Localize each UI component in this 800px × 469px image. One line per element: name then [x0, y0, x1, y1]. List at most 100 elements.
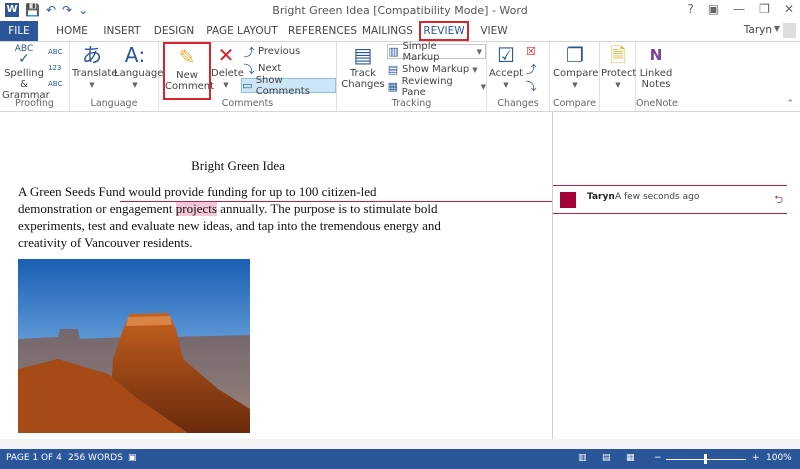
user-name[interactable]: Taryn — [744, 24, 772, 36]
tab-mailings[interactable]: MAILINGS — [362, 21, 413, 41]
previous-change-button[interactable]: ⤴ — [525, 61, 537, 76]
thesaurus-icon[interactable]: 123 — [48, 60, 61, 75]
vertical-scrollbar[interactable] — [787, 112, 800, 439]
tab-view[interactable]: VIEW — [478, 21, 510, 41]
linked-notes-label: Linked Notes — [639, 68, 673, 90]
delete-comment-button[interactable]: ✕ Delete ▼ — [211, 43, 244, 91]
status-bar: PAGE 1 OF 4 256 WORDS ▣ ▥ ▤ ▦ − + 100% — [0, 449, 800, 469]
track-changes-label: Track Changes — [341, 68, 385, 90]
word-count[interactable]: 256 WORDS — [68, 453, 123, 463]
group-compare: ❐ Compare ▼ Compare — [550, 42, 600, 111]
translate-icon: あ — [82, 43, 102, 67]
group-label: Tracking — [391, 98, 432, 109]
tab-references[interactable]: REFERENCES — [288, 21, 357, 41]
accept-button[interactable]: ☑ Accept ▼ — [489, 44, 523, 91]
previous-change-icon: ⤴ — [525, 62, 537, 76]
show-markup-icon: ▤ — [387, 63, 399, 76]
group-onenote: N Linked Notes OneNote — [636, 42, 678, 111]
desert-butte-image — [18, 259, 250, 433]
comment-pane: Taryn A few seconds ago ⮌ — [553, 112, 800, 439]
new-comment-button[interactable]: ✎ New Comment — [163, 42, 214, 100]
delete-comment-icon: ✕ — [217, 43, 235, 67]
linked-notes-button[interactable]: N Linked Notes — [638, 44, 674, 90]
group-comments: ✎ New Comment ✕ Delete ▼ ⤴ Previous ⤵ Next … — [159, 42, 337, 111]
translate-button[interactable]: あ Translate ▼ — [72, 43, 117, 91]
track-changes-icon: ▤ — [353, 43, 373, 67]
zoom-level[interactable]: 100% — [766, 453, 792, 463]
markup-display-select[interactable]: ▥ Simple Markup ▼ — [387, 41, 486, 63]
group-label: Proofing — [15, 98, 54, 109]
chevron-down-icon: ▼ — [572, 81, 578, 89]
collapse-ribbon-icon[interactable]: ⌃ — [786, 99, 794, 109]
landscape-photo[interactable] — [18, 259, 250, 433]
group-label: Comments — [221, 98, 274, 109]
commented-word[interactable]: projects — [175, 201, 217, 216]
comment-balloon[interactable]: Taryn A few seconds ago ⮌ — [553, 185, 787, 214]
read-mode-icon[interactable]: ▥ — [578, 453, 587, 463]
next-comment-icon: ⤵ — [243, 62, 255, 76]
previous-comment-button[interactable]: ⤴ Previous — [243, 44, 301, 59]
spelling-grammar-button[interactable]: ABC ✓ Spelling & Grammar — [2, 44, 50, 101]
accept-icon: ☑ — [497, 43, 515, 67]
tab-page-layout[interactable]: PAGE LAYOUT — [205, 21, 279, 41]
proofing-icon[interactable]: ▣ — [128, 453, 137, 463]
document-paragraph[interactable]: A Green Seeds Fund would provide funding… — [18, 183, 450, 251]
reject-icon: ☒ — [526, 45, 536, 58]
print-layout-icon[interactable]: ▤ — [602, 453, 611, 463]
compare-label: Compare — [553, 68, 599, 79]
next-change-button[interactable]: ⤵ — [525, 78, 537, 93]
language-label: Language — [114, 68, 164, 79]
show-comments-button[interactable]: ▭ Show Comments — [241, 75, 336, 97]
new-comment-icon: ✎ — [178, 45, 196, 69]
tab-insert[interactable]: INSERT — [100, 21, 144, 41]
minimize-icon[interactable]: — — [733, 2, 745, 16]
next-label: Next — [258, 63, 282, 74]
reject-button[interactable]: ☒ — [525, 44, 537, 59]
spelling-grammar-label: Spelling & Grammar — [2, 68, 50, 101]
compare-button[interactable]: ❐ Compare ▼ — [553, 44, 599, 91]
avatar[interactable] — [783, 23, 796, 38]
comment-author: Taryn — [587, 192, 615, 202]
zoom-slider-thumb[interactable] — [704, 454, 707, 464]
zoom-out-icon[interactable]: − — [654, 453, 662, 463]
show-markup-label: Show Markup — [402, 64, 470, 75]
track-changes-button[interactable]: ▤ Track Changes — [341, 44, 385, 90]
tab-home[interactable]: HOME — [52, 21, 92, 41]
reply-icon[interactable]: ⮌ — [774, 191, 783, 210]
chevron-down-icon: ▼ — [472, 65, 478, 74]
window-controls: ? ▣ — ❐ ✕ — [687, 2, 794, 16]
restore-icon[interactable]: ❐ — [759, 2, 770, 16]
chevron-down-icon[interactable]: ▼ — [774, 24, 780, 33]
reviewing-pane-icon: ▦ — [387, 80, 398, 93]
title-bar: W 💾 ↶ ↷ ⌄ Bright Green Idea [Compatibili… — [0, 0, 800, 21]
group-tracking: ▤ Track Changes ▥ Simple Markup ▼ ▤ Show Ma… — [337, 41, 487, 111]
avatar — [560, 192, 576, 208]
chevron-down-icon: ▼ — [223, 81, 229, 89]
zoom-in-icon[interactable]: + — [752, 453, 760, 463]
group-changes: ☑ Accept ▼ ☒ ⤴ ⤵ Changes — [487, 42, 550, 111]
define-abc-label: ABC — [48, 47, 63, 56]
web-layout-icon[interactable]: ▦ — [626, 453, 635, 463]
ribbon-tabs: FILE HOME INSERT DESIGN PAGE LAYOUT REFE… — [0, 21, 800, 41]
markup-icon: ▥ — [388, 45, 399, 58]
tab-review[interactable]: REVIEW — [419, 21, 469, 41]
chevron-down-icon: ▼ — [480, 82, 486, 91]
close-icon[interactable]: ✕ — [784, 2, 794, 16]
new-comment-label: New Comment — [165, 70, 214, 92]
protect-button[interactable]: 🗎 Protect ▼ — [601, 44, 636, 91]
tab-design[interactable]: DESIGN — [152, 21, 196, 41]
tab-file[interactable]: FILE — [0, 21, 38, 41]
document-title: Bright Green Idea — [191, 158, 285, 173]
help-icon[interactable]: ? — [687, 2, 693, 16]
group-label: Compare — [552, 98, 597, 109]
reviewing-pane-button[interactable]: ▦ Reviewing Pane ▼ — [387, 76, 486, 98]
page-count[interactable]: PAGE 1 OF 4 — [6, 453, 62, 463]
previous-label: Previous — [258, 46, 301, 57]
document-canvas[interactable]: Bright Green Idea A Green Seeds Fund wou… — [0, 112, 552, 439]
spell-check-icon: ABC ✓ — [14, 44, 34, 67]
language-button[interactable]: A꞉ Language ▼ — [114, 44, 163, 91]
ribbon-display-options-icon[interactable]: ▣ — [708, 2, 719, 16]
next-change-icon: ⤵ — [525, 79, 537, 93]
word-count-icon[interactable]: ABC — [48, 76, 62, 91]
define-icon[interactable]: ABC — [48, 44, 62, 59]
